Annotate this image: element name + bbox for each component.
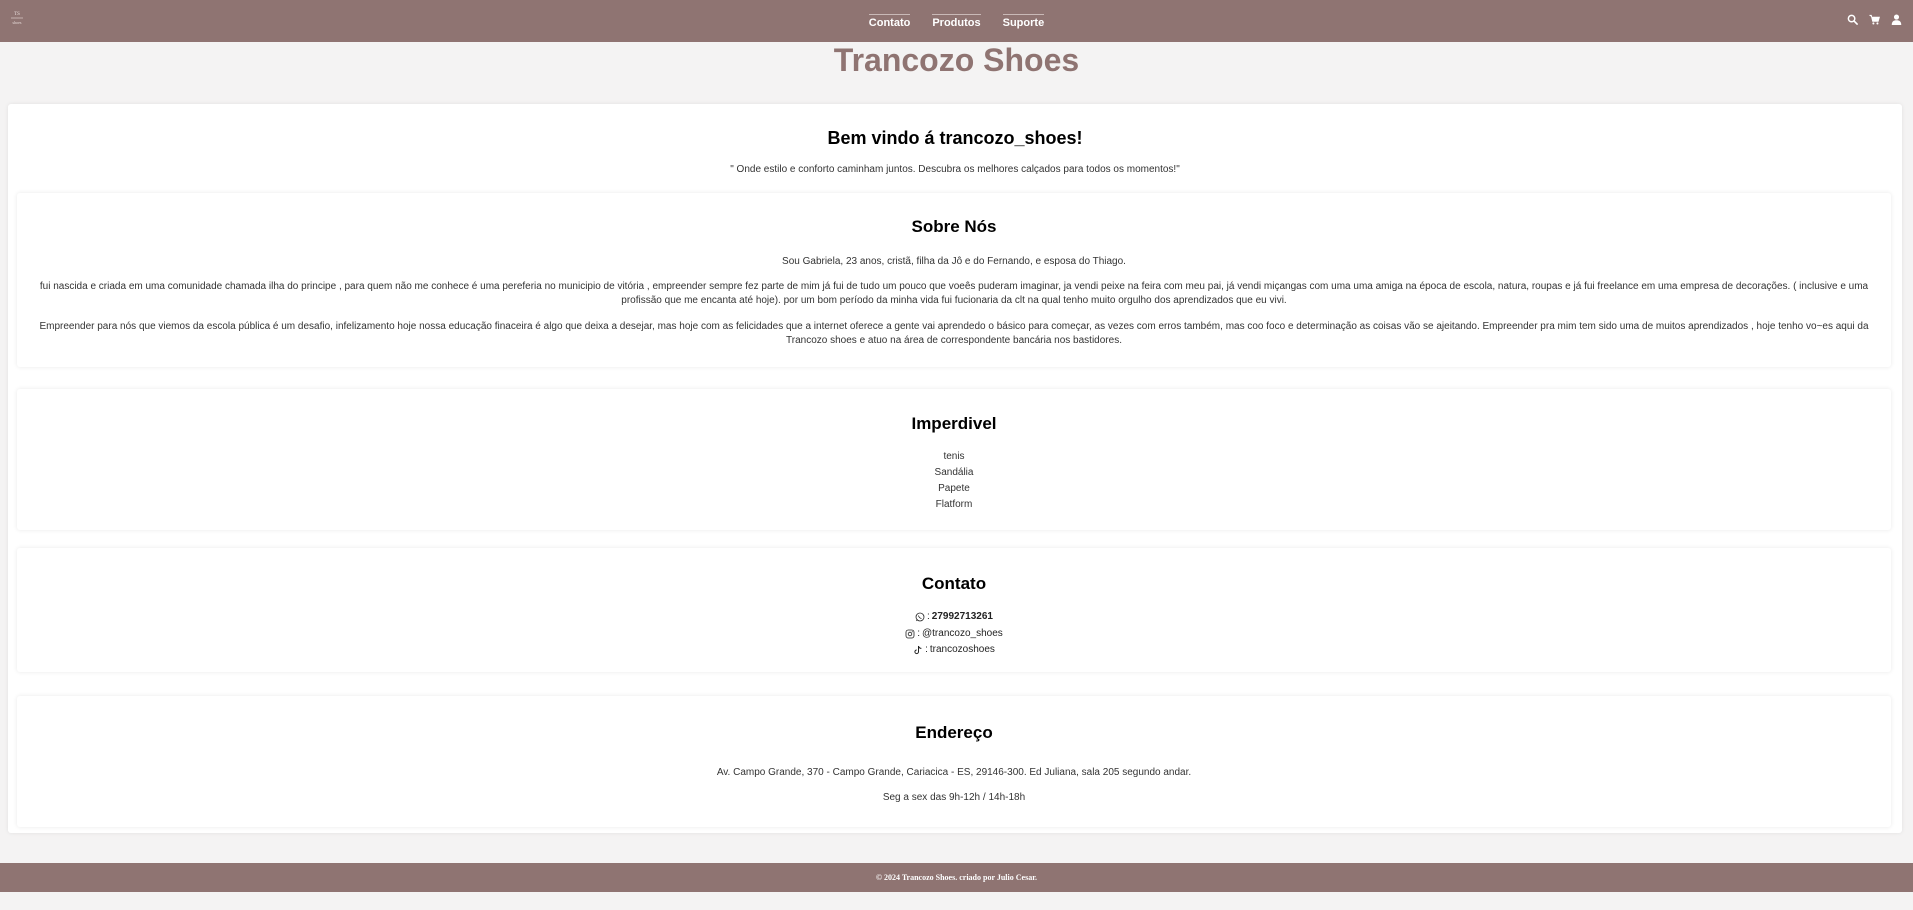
featured-title: Imperdivel: [911, 414, 997, 433]
instagram-handle[interactable]: @trancozo_shoes: [922, 626, 1003, 643]
instagram-icon: [905, 629, 915, 639]
contact-whatsapp: : 27992713261: [17, 609, 1891, 626]
page-title: Trancozo Shoes: [833, 42, 1080, 78]
opening-hours: Seg a sex das 9h-12h / 14h-18h: [882, 792, 1026, 803]
contact-instagram: : @trancozo_shoes: [17, 626, 1891, 643]
address-title: Endereço: [915, 723, 993, 742]
contact-list: : 27992713261 : @trancozo_shoes : tranco…: [17, 609, 1891, 659]
footer-text: © 2024 Trancozo Shoes. criado por Julio …: [875, 873, 1038, 882]
featured-item-flatform: Flatform: [935, 499, 973, 510]
nav-contato[interactable]: Contato: [868, 13, 911, 29]
footer: © 2024 Trancozo Shoes. criado por Julio …: [0, 863, 1913, 892]
contact-separator: :: [917, 627, 920, 639]
about-paragraph-1: Sou Gabriela, 23 anos, cristã, filha da …: [782, 256, 1126, 267]
contact-separator: :: [925, 644, 928, 655]
nav-suporte[interactable]: Suporte: [1002, 13, 1045, 29]
featured-list: tenis Sandália Papete Flatform: [17, 449, 1891, 513]
tiktok-handle[interactable]: trancozoshoes: [930, 642, 995, 659]
contact-separator: :: [927, 611, 930, 622]
address-line: Av. Campo Grande, 370 - Campo Grande, Ca…: [716, 767, 1192, 778]
address-section: Endereço Av. Campo Grande, 370 - Campo G…: [17, 696, 1891, 827]
welcome-title: Bem vindo á trancozo_shoes!: [827, 128, 1083, 148]
about-section: Sobre Nós Sou Gabriela, 23 anos, cristã,…: [17, 193, 1891, 367]
about-paragraph-2: fui nascida e criada em uma comunidade c…: [39, 281, 1869, 306]
featured-item-sandalia: Sandália: [934, 467, 974, 478]
featured-item-papete: Papete: [938, 483, 970, 494]
welcome-subtitle: " Onde estilo e conforto caminham juntos…: [730, 164, 1180, 175]
tiktok-icon: [914, 646, 922, 655]
featured-item-tenis: tenis: [943, 451, 965, 462]
contact-tiktok: : trancozoshoes: [17, 642, 1891, 659]
featured-section: Imperdivel tenis Sandália Papete Flatfor…: [17, 389, 1891, 530]
cart-icon[interactable]: [1869, 14, 1880, 25]
about-title: Sobre Nós: [911, 217, 997, 236]
whatsapp-icon: [915, 612, 925, 622]
main-nav: Contato Produtos Suporte: [0, 0, 1913, 42]
top-navbar: TS shoes Contato Produtos Suporte: [0, 0, 1913, 42]
whatsapp-number[interactable]: 27992713261: [932, 609, 993, 626]
user-icon[interactable]: [1891, 14, 1902, 25]
contact-title: Contato: [921, 574, 987, 593]
main-content-card: Bem vindo á trancozo_shoes! " Onde estil…: [8, 104, 1902, 833]
about-paragraph-3: Empreender para nós que viemos da escola…: [39, 321, 1869, 346]
contact-section: Contato : 27992713261 : @trancozo_shoes: [17, 548, 1891, 672]
header-actions: [1847, 14, 1902, 25]
search-icon[interactable]: [1847, 14, 1858, 25]
nav-produtos[interactable]: Produtos: [932, 13, 981, 29]
